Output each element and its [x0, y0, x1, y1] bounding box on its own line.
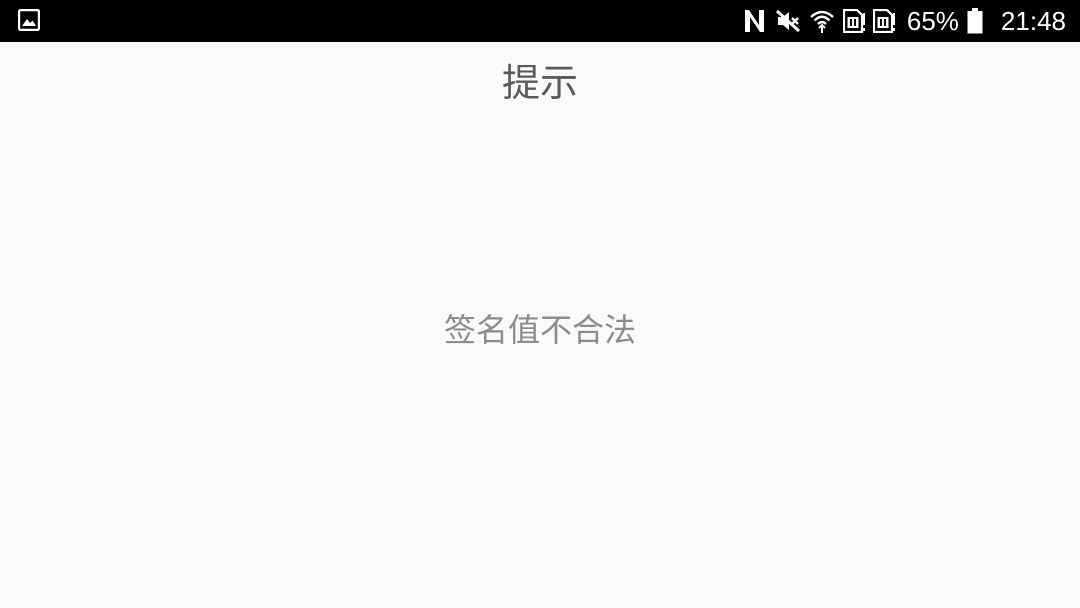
battery-percent: 65%: [906, 6, 959, 36]
dialog-message: 签名值不合法: [443, 311, 636, 349]
status-icons: 65% 21:48: [743, 0, 1066, 42]
wifi-icon: [809, 0, 835, 42]
sim1-icon: [842, 0, 865, 42]
sim2-icon: [872, 0, 895, 42]
clock: 21:48: [1000, 6, 1066, 36]
dialog-title: 提示: [501, 61, 578, 105]
nfc-icon: [743, 0, 767, 42]
battery-icon: [967, 0, 983, 42]
alert-dialog: 提示 签名值不合法: [0, 42, 1080, 608]
image-icon: [17, 8, 41, 32]
status-bar: 65% 21:48: [0, 0, 1080, 42]
mute-icon: [775, 0, 801, 42]
